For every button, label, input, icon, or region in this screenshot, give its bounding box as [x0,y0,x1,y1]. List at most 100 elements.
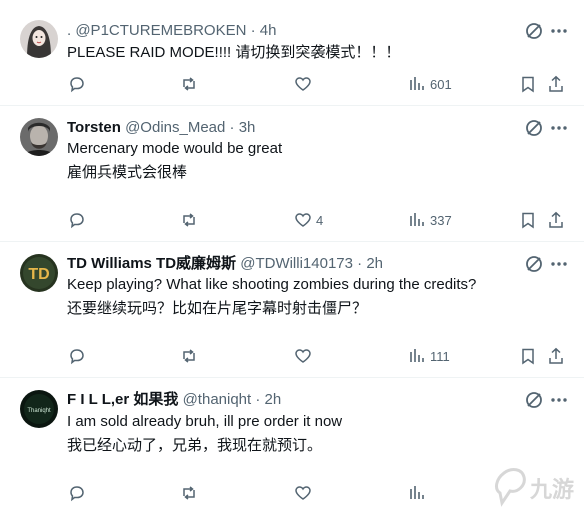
bookmark-button[interactable] [519,73,537,95]
reply-button[interactable] [68,345,86,367]
repost-button[interactable] [180,73,198,95]
watermark-text: 九游 [529,477,574,503]
grok-icon[interactable] [524,254,544,274]
tweet-header: F I L L,er 如果我 @thaniqht · 2h [67,391,514,409]
share-icon [549,75,563,92]
more-options-icon[interactable] [549,21,569,41]
view-count: 601 [430,76,452,92]
reply-button[interactable] [68,482,86,504]
view-count: 337 [430,212,452,228]
repost-button[interactable] [180,345,198,367]
bookmark-button[interactable] [519,345,537,367]
grok-icon[interactable] [524,390,544,410]
repost-icon [183,486,195,500]
avatar[interactable] [20,118,58,156]
display-name[interactable]: TD Williams TD威廉姆斯 [67,255,236,272]
share-icon [549,211,563,228]
timestamp[interactable]: 4h [260,22,277,39]
view-count: 111 [430,348,450,364]
like-button[interactable] [294,482,316,504]
user-handle[interactable]: @Odins_Mead [125,119,225,136]
reply-feed: . @P1CTUREMEBROKEN · 4h PLEASE RAID MODE… [0,0,584,516]
avatar-wordmark: Thaniqht [27,408,51,414]
tweet[interactable]: . @P1CTUREMEBROKEN · 4h PLEASE RAID MODE… [0,0,584,106]
display-name[interactable]: Torsten [67,119,121,136]
reply-icon [70,77,84,93]
separator-dot: · [357,255,363,272]
repost-icon [183,213,195,227]
timestamp[interactable]: 2h [366,255,383,272]
timestamp[interactable]: 2h [265,391,282,408]
more-options-icon[interactable] [549,390,569,410]
views-icon [410,77,424,90]
avatar[interactable]: TD [20,254,58,292]
bookmark-button[interactable] [519,209,537,231]
repost-button[interactable] [180,482,198,504]
tweet-line: PLEASE RAID MODE!!!! 请切换到突袭模式！！！ [67,44,401,61]
like-button[interactable]: 4 [294,209,323,231]
reply-button[interactable] [68,73,86,95]
tweet-line: Mercenary mode would be great [67,140,283,157]
tweet-line: Keep playing? What like shooting zombies… [67,276,477,293]
tweet-text: Mercenary mode would be great 雇佣兵模式会很棒 [67,137,564,185]
action-bar: 601 [0,73,584,95]
timestamp[interactable]: 3h [239,119,256,136]
share-button[interactable] [547,345,565,367]
heart-icon [295,77,311,91]
tweet-line: 雇佣兵模式会很棒 [67,164,188,181]
tweet[interactable]: TD TD Williams TD威廉姆斯 @TDWilli140173 · 2… [0,242,584,378]
separator-dot: · [250,22,256,39]
grok-icon[interactable] [524,21,544,41]
like-button[interactable] [294,345,316,367]
reply-icon [70,349,84,365]
repost-button[interactable] [180,209,198,231]
tweet-text: PLEASE RAID MODE!!!! 请切换到突袭模式！！！ [67,41,564,65]
reply-icon [70,486,84,502]
share-icon [549,347,563,364]
tweet-line: 我已经心动了，兄弟，我现在就预订。 [67,437,323,454]
avatar[interactable] [20,20,58,58]
tweet-header: Torsten @Odins_Mead · 3h [67,119,514,137]
tweet-line: 还要继续玩吗？比如在片尾字幕时射击僵尸？ [67,300,368,317]
more-options-icon[interactable] [549,254,569,274]
avatar-initials: TD [28,266,49,283]
heart-icon [295,349,311,363]
user-handle[interactable]: @TDWilli140173 [240,255,353,272]
views-button[interactable]: 337 [408,209,452,231]
action-bar: 4 337 [0,209,584,231]
reply-button[interactable] [68,209,86,231]
bookmark-icon [522,76,534,93]
separator-dot: · [255,391,261,408]
separator-dot: · [229,119,235,136]
tweet-text: Keep playing? What like shooting zombies… [67,273,564,321]
avatar[interactable]: Thaniqht [20,390,58,428]
more-options-icon[interactable] [549,118,569,138]
action-bar: 111 [0,345,584,367]
like-count: 4 [316,212,324,228]
tweet-header: . @P1CTUREMEBROKEN · 4h [67,22,514,40]
grok-icon[interactable] [524,118,544,138]
share-button[interactable] [547,209,565,231]
user-handle[interactable]: . @P1CTUREMEBROKEN [67,22,246,39]
user-handle[interactable]: @thaniqht [183,391,252,408]
views-icon [410,486,424,499]
views-icon [410,349,424,362]
tweet-header: TD Williams TD威廉姆斯 @TDWilli140173 · 2h [67,255,514,273]
views-button[interactable]: 601 [408,73,452,95]
reply-icon [70,213,84,229]
heart-icon [295,486,311,500]
heart-icon [295,213,311,227]
views-icon [410,213,424,226]
repost-icon [183,77,195,91]
bookmark-icon [522,212,534,229]
share-button[interactable] [547,73,565,95]
display-name[interactable]: F I L L,er 如果我 [67,391,178,408]
repost-icon [183,349,195,363]
tweet[interactable]: Torsten @Odins_Mead · 3h Mercenary mode … [0,106,584,242]
views-button[interactable]: 111 [408,345,450,367]
watermark: 九游 [490,463,584,515]
views-button[interactable] [408,482,430,504]
like-button[interactable] [294,73,316,95]
bookmark-icon [522,348,534,365]
tweet-line: I am sold already bruh, ill pre order it… [67,413,343,430]
